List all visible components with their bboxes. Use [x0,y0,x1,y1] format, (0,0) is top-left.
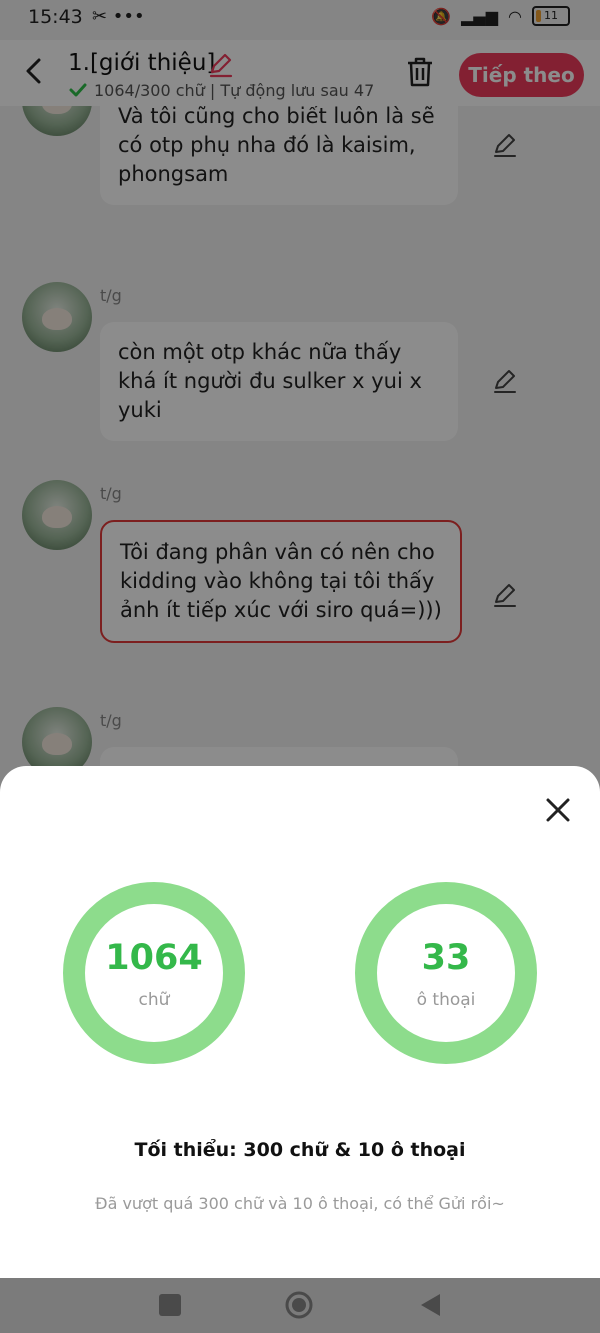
pen-icon[interactable] [492,582,518,608]
dialog-bubble-selected[interactable]: Tôi đang phân vân có nên cho kidding vào… [100,520,462,643]
status-time: 15:43 [28,6,83,28]
requirement-hint: Đã vượt quá 300 chữ và 10 ô thoại, có th… [95,1194,505,1213]
avatar[interactable] [22,480,92,550]
dialogs-unit: ô thoại [416,990,476,1010]
dialog-bubble[interactable]: còn một otp khác nữa thấy khá ít người đ… [100,322,458,441]
status-bar: 15:43 ✂ ••• 🔕 ▂▄▆ ◠ 11 [0,0,600,36]
chapter-title[interactable]: 1.[giới thiệu] [68,50,215,76]
words-unit: chữ [138,990,170,1010]
autosave-text: 1064/300 chữ | Tự động lưu sau 47 [94,81,375,100]
stats-bottom-sheet: 1064 chữ 33 ô thoại Tối thiểu: 300 chữ &… [0,766,600,1278]
avatar[interactable] [22,106,92,136]
autosave-status: 1064/300 chữ | Tự động lưu sau 47 [68,80,380,100]
battery-icon: 11 [532,6,570,26]
nav-back-icon[interactable] [418,1292,442,1318]
sender-name: t/g [100,711,122,730]
dialog-bubble[interactable]: Và tôi cũng cho biết luôn là sẽ có otp p… [100,106,458,205]
mute-icon: 🔕 [431,6,452,26]
next-button[interactable]: Tiếp theo [459,53,584,97]
signal-icon: ▂▄▆ [461,6,499,26]
dialog-list: Và tôi cũng cho biết luôn là sẽ có otp p… [0,106,600,786]
recent-apps-icon[interactable] [159,1294,181,1316]
home-icon[interactable] [284,1290,314,1320]
wifi-icon: ◠ [508,6,522,26]
check-icon [69,83,87,97]
minimum-requirement: Tối thiểu: 300 chữ & 10 ô thoại [134,1139,466,1161]
edit-title-icon[interactable] [208,52,234,78]
system-nav-bar [0,1278,600,1333]
status-indicators: 🔕 ▂▄▆ ◠ 11 [431,6,570,26]
back-icon[interactable] [20,54,48,88]
dialogs-count: 33 [421,938,471,978]
editor-header: 1.[giới thiệu] 1064/300 chữ | Tự động lư… [0,40,600,106]
avatar[interactable] [22,282,92,352]
app-notification-icons: ✂ ••• [92,6,145,27]
trash-icon[interactable] [405,56,435,88]
words-count: 1064 [105,938,203,978]
sender-name: t/g [100,484,122,503]
pen-icon[interactable] [492,368,518,394]
sender-name: t/g [100,286,122,305]
pen-icon[interactable] [492,132,518,158]
close-icon[interactable] [541,793,575,827]
battery-level: 11 [544,9,558,22]
